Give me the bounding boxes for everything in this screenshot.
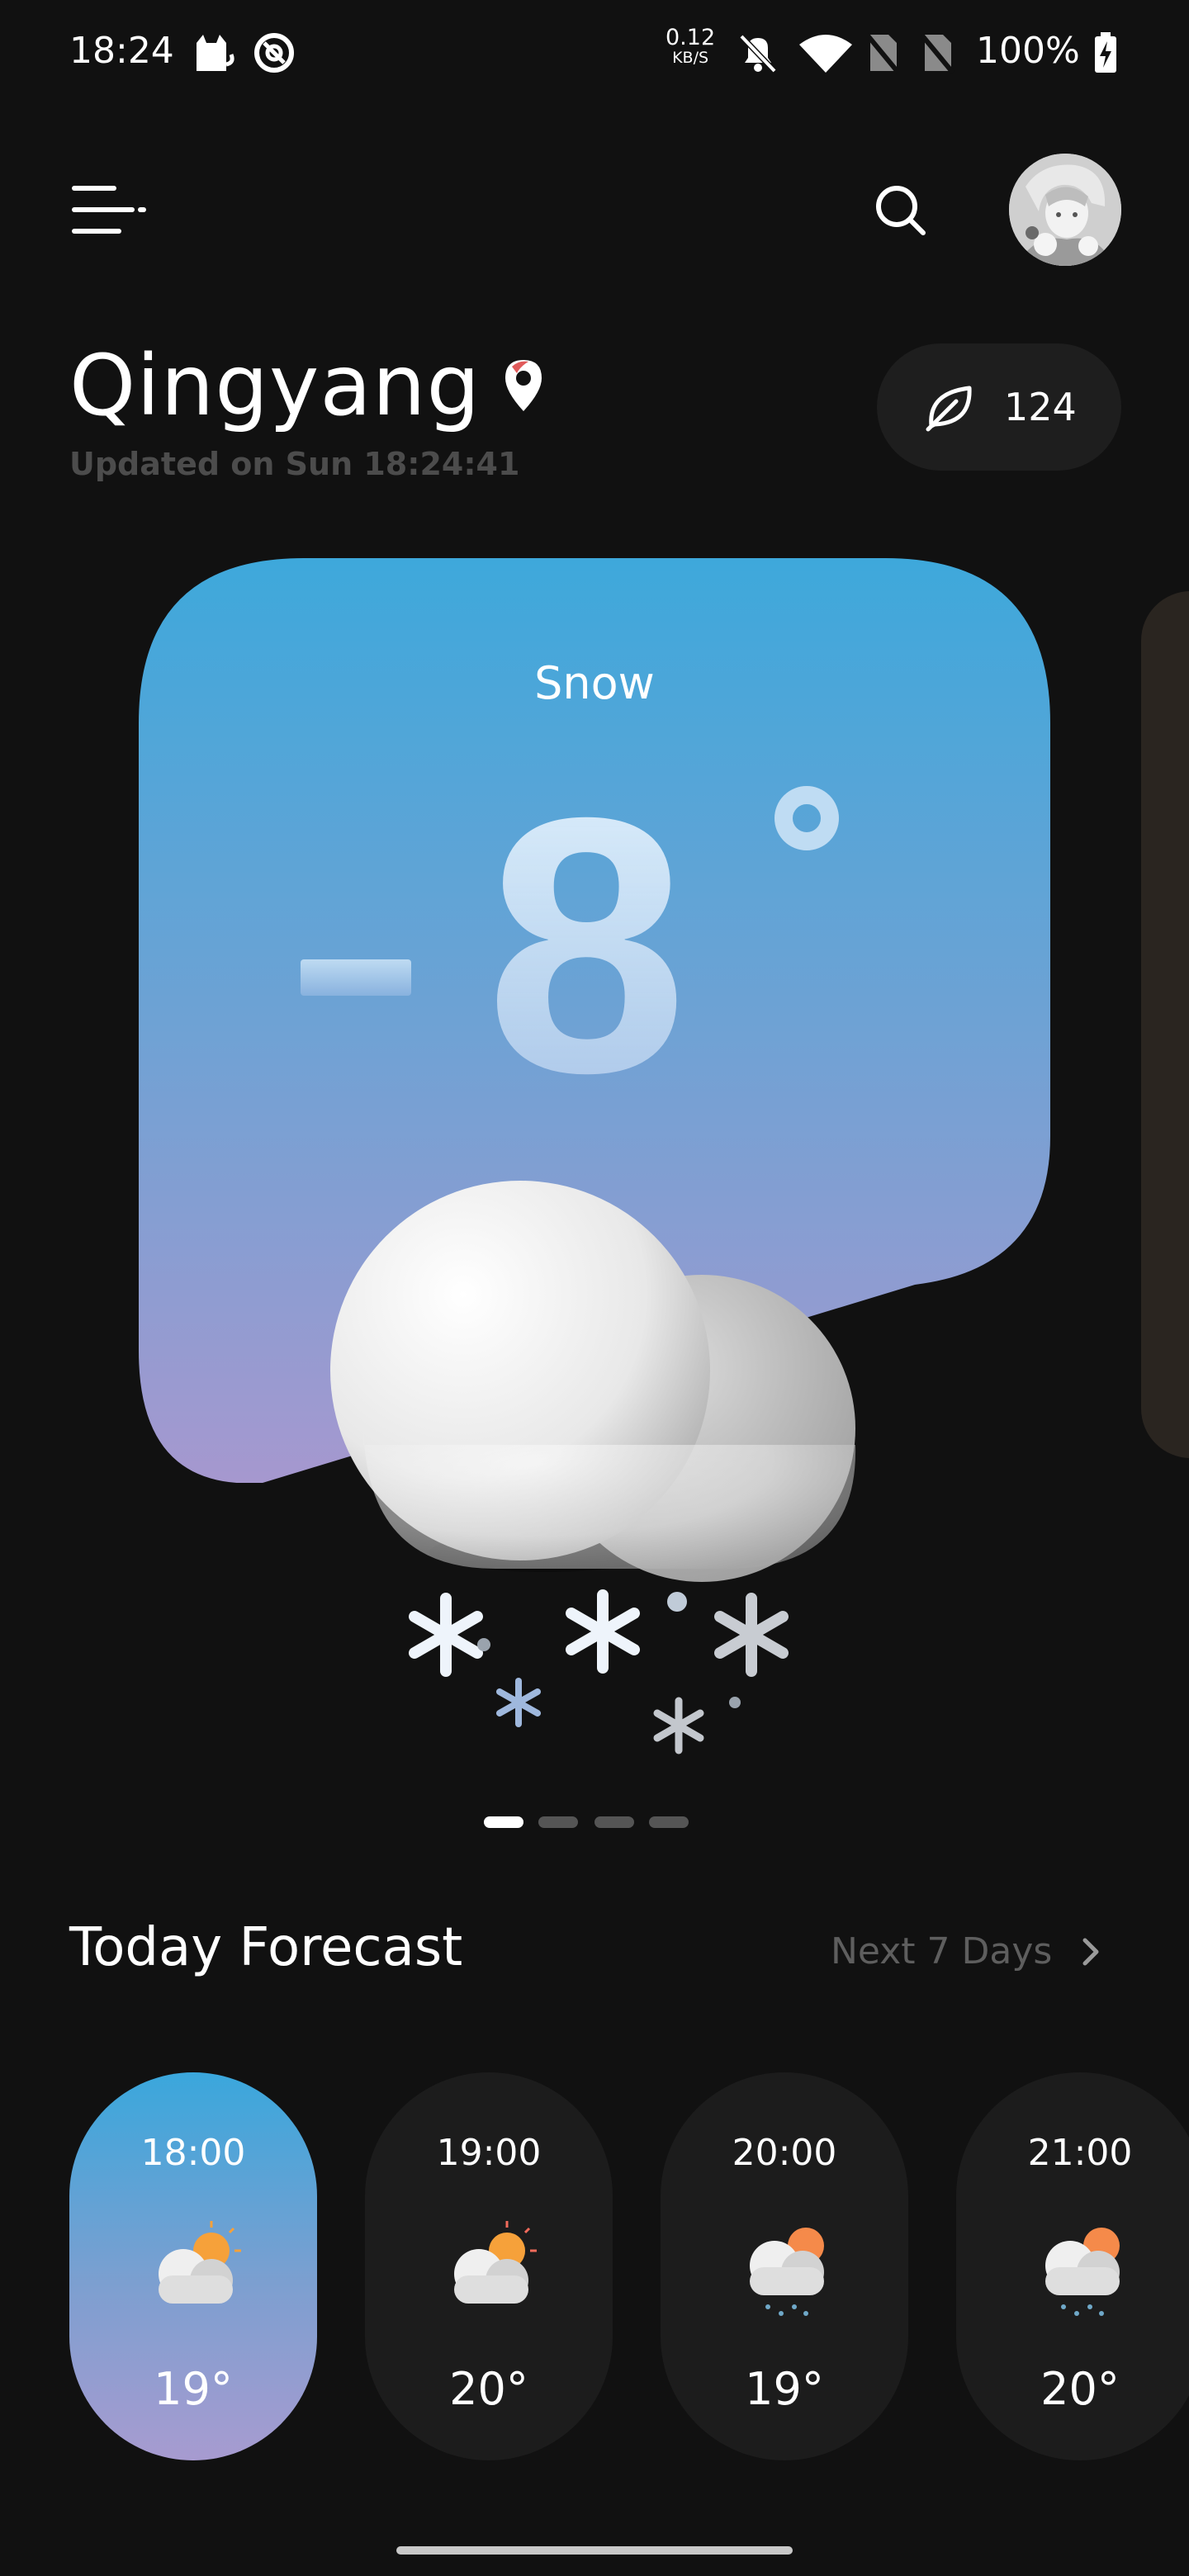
updated-timestamp: Updated on Sun 18:24:41 [69, 446, 520, 482]
aqi-value: 124 [1004, 385, 1077, 429]
search-icon[interactable] [872, 182, 928, 238]
card-pager[interactable] [484, 1816, 699, 1833]
home-indicator[interactable] [396, 2546, 793, 2555]
degree-symbol [775, 786, 839, 850]
pager-dot-active[interactable] [484, 1816, 523, 1828]
hour-time: 20:00 [732, 2132, 837, 2174]
hour-time: 19:00 [436, 2132, 542, 2174]
avatar[interactable] [1009, 154, 1121, 266]
status-bar: 18:24 0.12 KB/S 100% [0, 0, 1189, 107]
hour-time: 18:00 [140, 2132, 246, 2174]
city-name: Qingyang [69, 337, 481, 435]
battery-charging-icon [1095, 32, 1116, 73]
pager-dot[interactable] [538, 1816, 578, 1828]
today-forecast-title: Today Forecast [69, 1917, 463, 1978]
leaf-icon [926, 386, 972, 432]
partly-cloudy-icon [454, 2221, 537, 2304]
rain-icon [1045, 2228, 1120, 2316]
weather-condition: Snow [534, 657, 655, 709]
hour-temp: 20° [449, 2363, 528, 2415]
avatar-image [1009, 154, 1121, 266]
chevron-right-icon[interactable] [1077, 1934, 1106, 1970]
hour-time: 21:00 [1027, 2132, 1133, 2174]
location-pin-icon [505, 360, 542, 411]
air-quality-chip[interactable]: 124 [877, 343, 1121, 471]
hour-card[interactable]: 19:00 20° [365, 2072, 613, 2460]
net-speed: 0.12 KB/S [666, 25, 716, 67]
bell-off-icon [739, 34, 777, 73]
hour-temp: 19° [745, 2363, 824, 2415]
rain-icon [750, 2228, 824, 2316]
menu-icon[interactable] [69, 180, 149, 239]
no-sim-icon [865, 33, 901, 74]
hour-card[interactable]: 21:00 20° [956, 2072, 1189, 2460]
pager-dot[interactable] [649, 1816, 689, 1828]
weather-home-screen: 18:24 0.12 KB/S 100% Qingyang Updated on… [0, 0, 1189, 2576]
at-circle-icon [254, 33, 294, 73]
temperature-value: 8 [486, 743, 688, 1148]
next-location-card-peek[interactable] [1141, 591, 1189, 1458]
hour-card[interactable]: 20:00 19° [661, 2072, 908, 2460]
status-time: 18:24 [69, 30, 174, 72]
snow-cloud-icon [330, 1181, 856, 1754]
partly-cloudy-icon [159, 2221, 241, 2304]
pager-dot[interactable] [594, 1816, 634, 1828]
no-sim-icon-2 [919, 33, 955, 74]
temperature-minus-sign [301, 959, 411, 996]
hour-temp: 19° [154, 2363, 233, 2415]
hour-temp: 20° [1040, 2363, 1120, 2415]
next-7-days-link[interactable]: Next 7 Days [831, 1930, 1052, 1972]
cat-icon [197, 35, 234, 71]
battery-percent: 100% [976, 30, 1080, 72]
hour-card-selected[interactable]: 18:00 19° [69, 2072, 317, 2460]
wifi-icon [799, 35, 852, 73]
